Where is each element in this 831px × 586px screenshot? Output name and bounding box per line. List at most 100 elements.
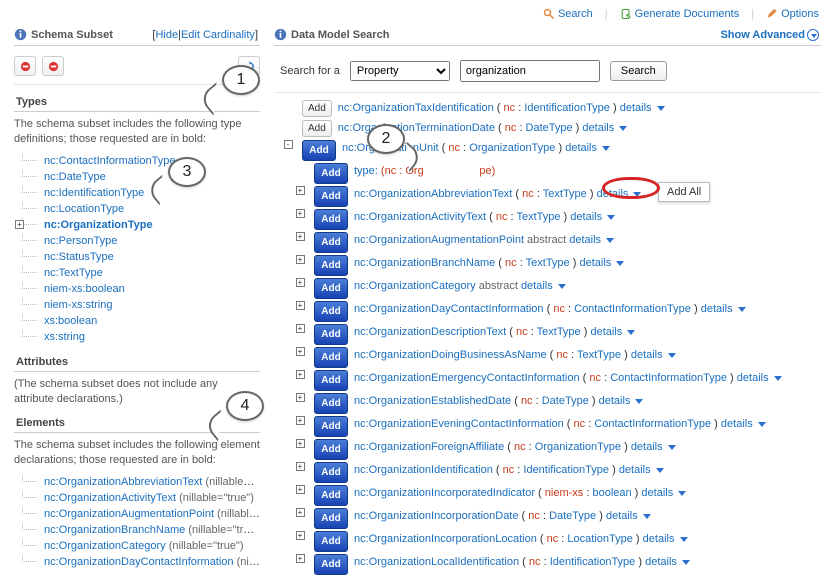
- search-kind-select[interactable]: Property: [350, 61, 450, 81]
- add-button[interactable]: Add: [314, 255, 348, 276]
- expander-icon[interactable]: +: [296, 462, 305, 471]
- result-name-link[interactable]: nc:OrganizationActivityText: [354, 211, 486, 223]
- add-button[interactable]: Add: [314, 416, 348, 437]
- result-name-link[interactable]: nc:OrganizationDoingBusinessAsName: [354, 349, 547, 361]
- chevron-down-icon[interactable]: [657, 106, 665, 111]
- details-link[interactable]: details: [599, 395, 631, 407]
- expander-icon[interactable]: +: [296, 393, 305, 402]
- tree-item-label[interactable]: nc:OrganizationActivityText: [44, 492, 176, 504]
- chevron-down-icon[interactable]: [606, 238, 614, 243]
- tree-item-label[interactable]: nc:OrganizationBranchName: [44, 524, 185, 536]
- details-link[interactable]: details: [631, 349, 663, 361]
- expander-icon[interactable]: +: [296, 186, 305, 195]
- details-link[interactable]: details: [569, 234, 601, 246]
- tree-item[interactable]: niem-xs:string: [14, 297, 260, 313]
- tree-item-label[interactable]: xs:string: [44, 331, 85, 343]
- add-button[interactable]: Add: [314, 462, 348, 483]
- expander-icon[interactable]: +: [15, 220, 24, 229]
- tree-item-label[interactable]: xs:boolean: [44, 315, 97, 327]
- tree-item[interactable]: nc:OrganizationBranchName (nillable="tru…: [14, 522, 260, 538]
- add-button[interactable]: Add: [314, 301, 348, 322]
- tree-item-label[interactable]: nc:OrganizationAbbreviationText: [44, 476, 202, 488]
- chevron-down-icon[interactable]: [668, 445, 676, 450]
- tree-item-label[interactable]: nc:IdentificationType: [44, 187, 144, 199]
- tree-item[interactable]: xs:boolean: [14, 313, 260, 329]
- tree-item[interactable]: nc:LocationType: [14, 201, 260, 217]
- details-link[interactable]: details: [565, 142, 597, 154]
- result-name-link[interactable]: nc:OrganizationTerminationDate: [338, 122, 495, 134]
- chevron-down-icon[interactable]: [607, 215, 615, 220]
- chevron-down-icon[interactable]: [633, 192, 641, 197]
- add-button[interactable]: Add: [314, 163, 348, 184]
- result-name-link[interactable]: nc:OrganizationBranchName: [354, 257, 495, 269]
- edit-cardinality-link[interactable]: Edit Cardinality: [181, 29, 255, 41]
- tree-item-label[interactable]: nc:PersonType: [44, 235, 117, 247]
- expander-icon[interactable]: +: [296, 531, 305, 540]
- tree-item-label[interactable]: nc:LocationType: [44, 203, 124, 215]
- add-button[interactable]: Add: [314, 278, 348, 299]
- details-link[interactable]: details: [645, 556, 677, 568]
- chevron-down-icon[interactable]: [774, 376, 782, 381]
- expander-icon[interactable]: +: [296, 301, 305, 310]
- hide-link[interactable]: Hide: [155, 29, 178, 41]
- add-button[interactable]: Add: [302, 120, 332, 137]
- tree-item[interactable]: xs:string: [14, 329, 260, 345]
- chevron-down-icon[interactable]: [643, 514, 651, 519]
- expander-icon[interactable]: +: [296, 370, 305, 379]
- delete-tree-button-2[interactable]: [42, 56, 64, 76]
- tree-item[interactable]: nc:OrganizationDayContactInformation (ni…: [14, 554, 260, 570]
- expander-icon[interactable]: -: [284, 140, 293, 149]
- chevron-down-icon[interactable]: [558, 284, 566, 289]
- search-input[interactable]: [460, 60, 600, 82]
- tree-item-label[interactable]: nc:OrganizationAugmentationPoint: [44, 508, 214, 520]
- result-name-link[interactable]: nc:OrganizationIdentification: [354, 464, 493, 476]
- result-name-link[interactable]: nc:OrganizationIncorporationDate: [354, 510, 518, 522]
- details-link[interactable]: details: [521, 280, 553, 292]
- chevron-down-icon[interactable]: [635, 399, 643, 404]
- result-name-link[interactable]: nc:OrganizationIncorporatedIndicator: [354, 487, 535, 499]
- add-all-tooltip[interactable]: Add All: [658, 182, 710, 202]
- chevron-down-icon[interactable]: [680, 537, 688, 542]
- chevron-down-icon[interactable]: [668, 353, 676, 358]
- details-link[interactable]: details: [701, 303, 733, 315]
- details-link[interactable]: details: [643, 533, 675, 545]
- tree-item-label[interactable]: nc:StatusType: [44, 251, 114, 263]
- result-name-link[interactable]: nc:OrganizationAbbreviationText: [354, 188, 512, 200]
- tree-item[interactable]: nc:IdentificationType: [14, 185, 260, 201]
- result-name-link[interactable]: nc:OrganizationIncorporationLocation: [354, 533, 537, 545]
- add-button[interactable]: Add: [314, 554, 348, 575]
- details-link[interactable]: details: [737, 372, 769, 384]
- top-options-link[interactable]: Options: [766, 8, 819, 20]
- expander-icon[interactable]: +: [296, 416, 305, 425]
- tree-item[interactable]: nc:ContactInformationType: [14, 153, 260, 169]
- add-button[interactable]: Add: [314, 485, 348, 506]
- add-button[interactable]: Add: [314, 186, 348, 207]
- chevron-down-icon[interactable]: [656, 468, 664, 473]
- tree-item-label[interactable]: niem-xs:string: [44, 299, 112, 311]
- result-name-link[interactable]: nc:OrganizationLocalIdentification: [354, 556, 519, 568]
- tree-item-label[interactable]: niem-xs:boolean: [44, 283, 125, 295]
- top-generate-link[interactable]: Generate Documents: [620, 8, 740, 20]
- tree-item[interactable]: nc:OrganizationAbbreviationText (nillabl…: [14, 474, 260, 490]
- expander-icon[interactable]: +: [296, 324, 305, 333]
- tree-item-label[interactable]: nc:ContactInformationType: [44, 155, 175, 167]
- add-button[interactable]: Add: [314, 439, 348, 460]
- tree-item[interactable]: nc:OrganizationCategory (nillable="true"…: [14, 538, 260, 554]
- details-link[interactable]: details: [590, 326, 622, 338]
- expander-icon[interactable]: +: [296, 255, 305, 264]
- chevron-down-icon[interactable]: [616, 261, 624, 266]
- add-button[interactable]: Add: [314, 209, 348, 230]
- show-advanced-link[interactable]: Show Advanced: [720, 29, 805, 41]
- details-link[interactable]: details: [570, 211, 602, 223]
- details-link[interactable]: details: [620, 102, 652, 114]
- tree-item[interactable]: nc:PersonType: [14, 233, 260, 249]
- details-link[interactable]: details: [606, 510, 638, 522]
- tree-item[interactable]: nc:OrganizationAugmentationPoint (nillab…: [14, 506, 260, 522]
- chevron-down-icon[interactable]: [627, 330, 635, 335]
- tree-item[interactable]: nc:StatusType: [14, 249, 260, 265]
- top-search-link[interactable]: Search: [543, 8, 593, 20]
- expander-icon[interactable]: +: [296, 485, 305, 494]
- chevron-down-icon[interactable]: [678, 491, 686, 496]
- result-name-link[interactable]: nc:OrganizationForeignAffiliate: [354, 441, 504, 453]
- expander-icon[interactable]: +: [296, 278, 305, 287]
